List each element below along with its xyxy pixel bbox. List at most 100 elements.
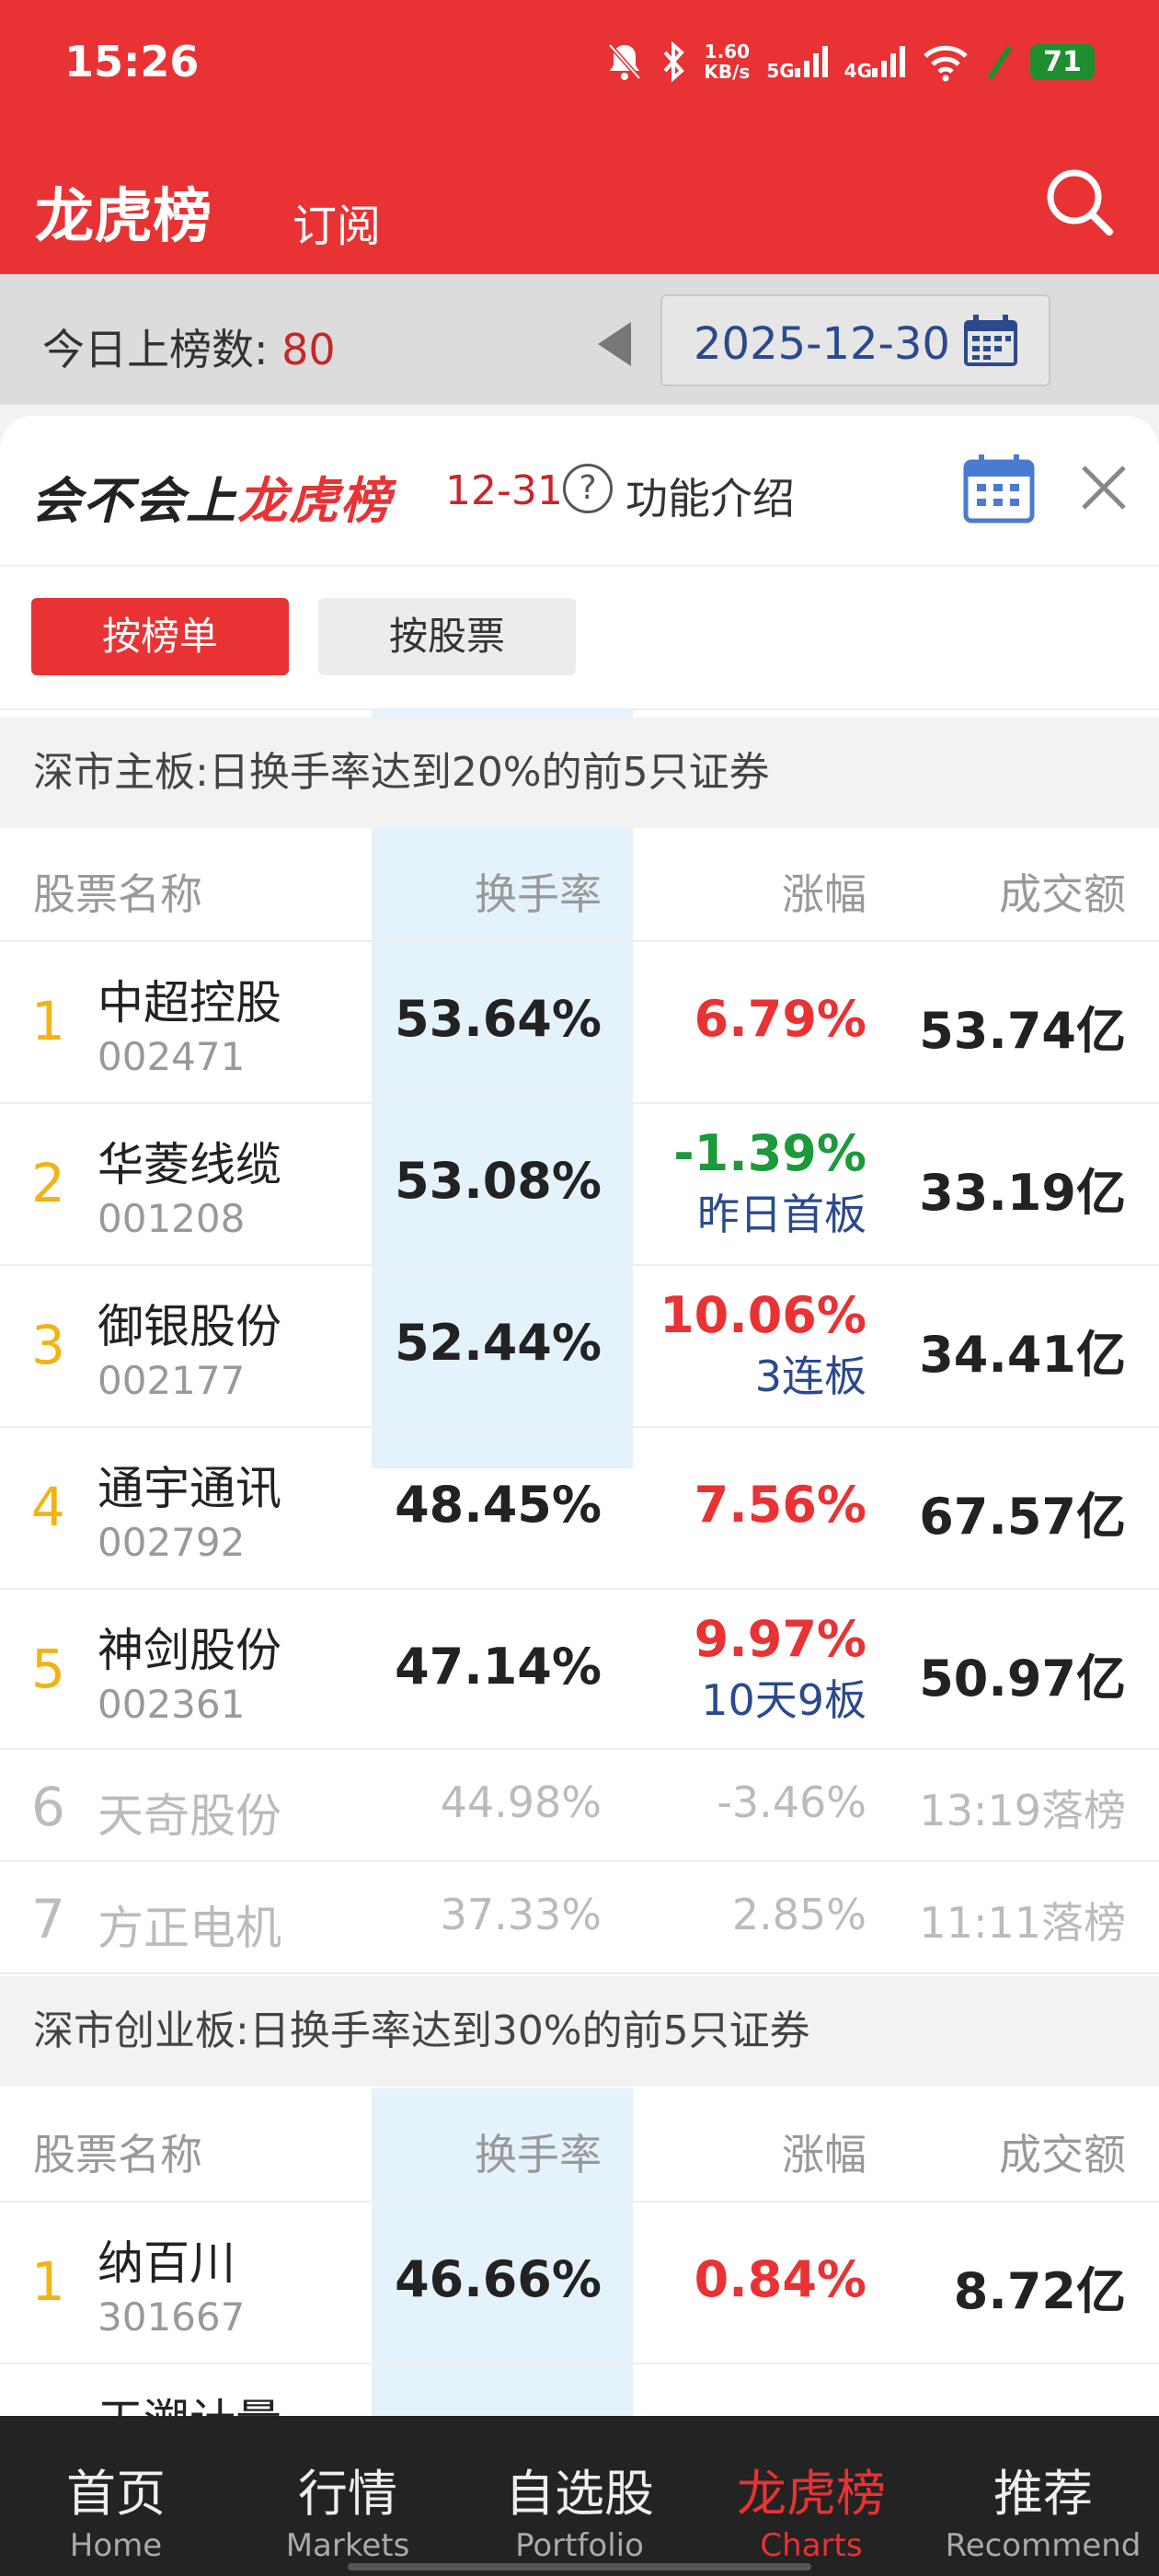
status-time: 15:26 [64,37,200,86]
col-amount[interactable]: 成交额 [999,861,1126,922]
date-picker[interactable]: 2025-12-30 [660,294,1050,386]
amount: 53.74亿 [919,1002,1126,1060]
turnover: 47.14% [395,1638,602,1696]
prev-date-icon[interactable] [598,322,631,366]
today-count: 今日上榜数: 80 [42,325,336,374]
col-turnover[interactable]: 换手率 [475,861,602,922]
rank: 2 [31,1152,65,1214]
stock-code: 002792 [98,1520,246,1565]
close-icon[interactable] [1078,462,1130,513]
home-indicator[interactable] [348,2563,811,2570]
amount: 33.19亿 [919,1164,1126,1222]
col-name: 股票名称 [33,869,202,919]
section-title: 深市创业板:日换手率达到30%的前5只证券 [0,1976,1159,2087]
turnover: 52.44% [395,1314,602,1372]
signal-5g: 5G [766,42,828,82]
change: 9.97% [694,1610,866,1668]
table-row-dropped[interactable]: 7 方正电机 37.33% 2.85% 11:11落榜 [0,1862,1159,1974]
signal-bars-icon [794,42,828,77]
change: 7.56% [694,1476,866,1534]
stock-name: 华菱线缆 [98,1138,281,1191]
change: -3.46% [717,1777,866,1827]
change: 2.85% [731,1890,866,1939]
col-amount[interactable]: 成交额 [999,2122,1126,2182]
stock-code: 002361 [98,1682,246,1727]
signal-4g: 4G [844,42,905,82]
net-speed: 1.60 KB/s [704,40,751,83]
amount: 50.97亿 [919,1650,1126,1708]
change: 6.79% [694,990,866,1048]
subscribe-tab[interactable]: 订阅 [293,190,381,254]
table-header: 股票名称 换手率 涨幅 成交额 [0,828,1159,942]
help-icon[interactable]: ? [563,464,613,513]
turnover: 53.08% [395,1152,602,1210]
col-change[interactable]: 涨幅 [782,861,866,922]
mute-bell-icon [608,43,642,80]
bluetooth-icon [663,41,685,82]
stock-code: 001208 [98,1196,246,1241]
turnover: 37.33% [440,1890,602,1939]
stock-name: 天溯计量 [98,2385,281,2416]
status-bar: 15:26 1.60 KB/s 5G 4G 71 [0,0,1159,129]
board-tag: 10天9板 [701,1675,866,1725]
wifi-icon [924,45,968,82]
charging-leaf-icon [987,45,1013,80]
nav-recommend[interactable]: 推荐 Recommend [927,2416,1159,2576]
table-row[interactable]: 5 神剑股份 002361 47.14% 9.97% 10天9板 50.97亿 [0,1590,1159,1750]
turnover: 48.45% [395,1476,602,1534]
table-row[interactable]: 天溯计量 [0,2364,1159,2416]
stock-name: 神剑股份 [98,1624,281,1677]
stock-name: 纳百川 [98,2237,235,2290]
stock-name: 御银股份 [98,1300,281,1353]
turnover: 53.64% [395,990,602,1048]
turnover: 44.98% [440,1777,602,1827]
turnover: 46.66% [395,2250,602,2308]
nav-home[interactable]: 首页 Home [0,2416,232,2576]
col-turnover[interactable]: 换手率 [475,2122,602,2182]
stock-code: 002177 [98,1358,246,1403]
change: 10.06% [660,1286,866,1344]
sheet-logo: 会不会上龙虎榜 [31,472,392,530]
col-change[interactable]: 涨幅 [782,2122,866,2182]
drop-time: 11:11落榜 [919,1898,1126,1948]
table-row[interactable]: 1 纳百川 301667 46.66% 0.84% 8.72亿 [0,2202,1159,2364]
change: 0.84% [694,2250,866,2308]
feature-intro-link[interactable]: 功能介绍 [625,466,795,526]
table-row[interactable]: 3 御银股份 002177 52.44% 10.06% 3连板 34.41亿 [0,1266,1159,1428]
drop-time: 13:19落榜 [919,1786,1126,1835]
table-row[interactable]: 4 通宇通讯 002792 48.45% 7.56% 67.57亿 [0,1428,1159,1590]
stock-name: 通宇通讯 [98,1462,281,1515]
col-name: 股票名称 [33,2130,202,2179]
table-row-dropped[interactable]: 6 天奇股份 44.98% -3.46% 13:19落榜 [0,1750,1159,1862]
stock-name: 方正电机 [98,1902,281,1955]
board-tag: 3连板 [754,1351,866,1401]
nav-portfolio[interactable]: 自选股 Portfolio [464,2416,695,2576]
sheet-date: 12-31 [445,467,563,514]
nav-charts[interactable]: 龙虎榜 Charts [695,2416,927,2576]
rank: 5 [31,1638,65,1700]
status-icons: 1.60 KB/s 5G 4G 71 [606,37,1095,86]
calendar-icon [964,315,1017,366]
nav-markets[interactable]: 行情 Markets [232,2416,464,2576]
rank: 1 [31,990,65,1052]
count-bar: 今日上榜数: 80 2025-12-30 [0,274,1159,405]
change: -1.39% [673,1124,866,1182]
rank: 3 [31,1314,65,1376]
tab-by-list[interactable]: 按榜单 [31,598,289,675]
search-icon[interactable] [1043,166,1117,239]
stock-code: 002471 [98,1034,246,1079]
rank: 1 [31,2250,65,2313]
calendar-icon[interactable] [962,453,1036,524]
bottom-nav: 首页 Home 行情 Markets 自选股 Portfolio 龙虎榜 Charts … [0,2416,1159,2576]
stock-code: 301667 [98,2294,246,2340]
app-header: 龙虎榜 订阅 [0,129,1159,274]
tab-by-stock[interactable]: 按股票 [318,598,576,675]
amount: 34.41亿 [919,1326,1126,1384]
signal-bars-icon [872,42,905,77]
table-row[interactable]: 2 华菱线缆 001208 53.08% -1.39% 昨日首板 33.19亿 [0,1104,1159,1266]
rank: 6 [31,1776,65,1838]
table-header: 股票名称 换手率 涨幅 成交额 [0,2088,1159,2202]
table-row[interactable]: 1 中超控股 002471 53.64% 6.79% 53.74亿 [0,942,1159,1104]
stock-name: 中超控股 [98,976,281,1029]
amount: 67.57亿 [919,1488,1126,1546]
